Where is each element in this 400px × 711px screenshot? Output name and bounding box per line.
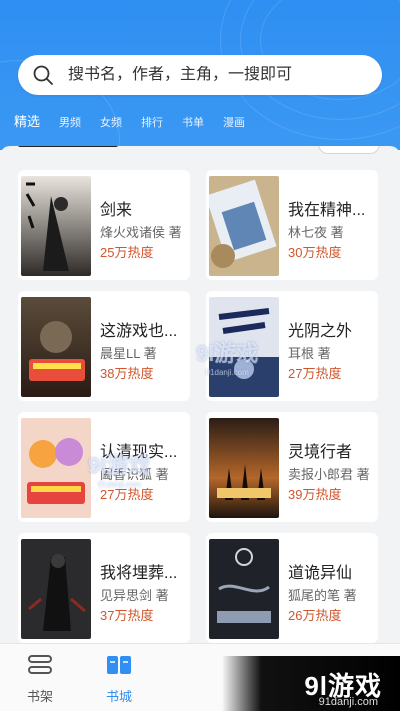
book-title: 这游戏也...: [100, 323, 178, 340]
book-cover: [21, 539, 91, 639]
book-card[interactable]: 这游戏也... 晨星LL 著 38万热度: [18, 291, 190, 401]
tab-male[interactable]: 男频: [59, 114, 81, 130]
book-author: 烽火戏诸侯 著: [100, 225, 182, 240]
book-title: 我将埋葬...: [100, 565, 178, 582]
book-cover: [209, 539, 279, 639]
nav-bookshelf[interactable]: 书架: [20, 654, 60, 705]
book-cover: [21, 297, 91, 397]
book-title: 认清现实...: [100, 444, 178, 461]
book-cover: [209, 176, 279, 276]
book-cover: [21, 176, 91, 276]
nav-label: 书架: [26, 689, 53, 704]
book-card[interactable]: 我将埋葬... 见异思剑 著 37万热度: [18, 533, 190, 643]
tab-ranking[interactable]: 排行: [141, 114, 163, 130]
book-card[interactable]: 认清现实... 阖香识狐 著 27万热度: [18, 412, 190, 522]
book-heat: 25万热度: [100, 245, 154, 260]
book-heat: 27万热度: [288, 366, 342, 381]
book-author: 阖香识狐 著: [100, 467, 169, 482]
tab-female[interactable]: 女频: [100, 114, 122, 130]
book-author: 卖报小郎君 著: [288, 467, 370, 482]
nav-label: 书城: [105, 689, 132, 704]
book-author: 狐尾的笔 著: [288, 588, 357, 603]
book-heat: 26万热度: [288, 608, 342, 623]
book-author: 晨星LL 著: [100, 346, 157, 361]
tab-booklist[interactable]: 书单: [182, 114, 204, 130]
book-heat: 39万热度: [288, 487, 342, 502]
book-card[interactable]: 我在精神... 林七夜 著 30万热度: [206, 170, 378, 280]
book-cover: [21, 418, 91, 518]
search-bar[interactable]: [18, 55, 382, 95]
book-heat: 38万热度: [100, 366, 154, 381]
brand-watermark: 9l游戏 91danji.com: [222, 656, 400, 711]
book-author: 林七夜 著: [288, 225, 344, 240]
tab-comics[interactable]: 漫画: [223, 114, 245, 130]
book-author: 耳根 著: [288, 346, 331, 361]
more-button[interactable]: [318, 146, 380, 154]
book-heat: 27万热度: [100, 487, 154, 502]
brand-site: 91danji.com: [318, 696, 378, 708]
search-input[interactable]: [68, 66, 382, 84]
nav-bookstore[interactable]: 书城: [99, 654, 139, 705]
book-card[interactable]: 光阴之外 耳根 著 27万热度: [206, 291, 378, 401]
book-card[interactable]: 道诡异仙 狐尾的笔 著 26万热度: [206, 533, 378, 643]
book-card[interactable]: 灵境行者 卖报小郎君 著 39万热度: [206, 412, 378, 522]
search-icon: [32, 64, 54, 86]
book-heat: 37万热度: [100, 608, 154, 623]
book-author: 见异思剑 著: [100, 588, 169, 603]
book-title: 我在精神...: [288, 202, 366, 219]
bookshelf-icon: [27, 654, 53, 681]
book-title: 灵境行者: [288, 444, 353, 461]
book-title: 剑来: [100, 202, 133, 219]
tab-featured[interactable]: 精选: [14, 111, 40, 130]
book-list: 剑来 烽火戏诸侯 著 25万热度 我在精神... 林七夜 著 30万热度 这游戏…: [0, 146, 400, 643]
book-title: 道诡异仙: [288, 565, 353, 582]
book-heat: 30万热度: [288, 245, 342, 260]
book-card[interactable]: 剑来 烽火戏诸侯 著 25万热度: [18, 170, 190, 280]
header: 精选 男频 女频 排行 书单 漫画: [0, 0, 400, 150]
book-cover: [209, 418, 279, 518]
book-title: 光阴之外: [288, 323, 353, 340]
section-title-clipped: [18, 146, 128, 154]
book-open-icon: [106, 654, 132, 681]
category-tabs: 精选 男频 女频 排行 书单 漫画: [14, 111, 264, 130]
book-cover: [209, 297, 279, 397]
